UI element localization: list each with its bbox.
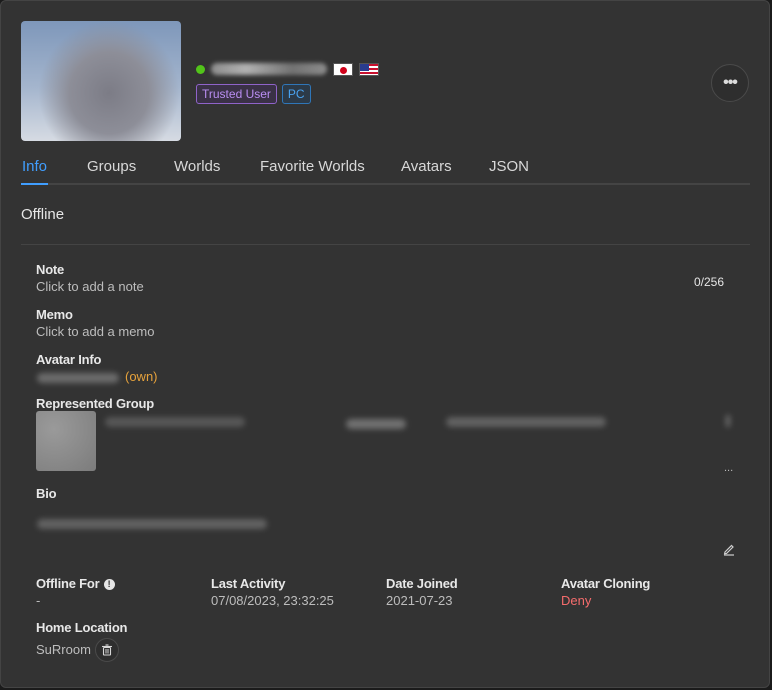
- group-icon-image[interactable]: [36, 411, 96, 471]
- group-detail: [346, 419, 406, 429]
- platform-badge: PC: [281, 84, 311, 104]
- avatar-cloning-label: Avatar Cloning: [561, 576, 651, 591]
- avatar-own-tag: (own): [125, 369, 158, 384]
- note-label: Note: [36, 262, 65, 277]
- group-more-button[interactable]: ...: [724, 462, 733, 474]
- flag-jp-icon: [333, 62, 353, 76]
- flag-us-icon: [359, 62, 379, 76]
- user-display-name[interactable]: [211, 63, 327, 75]
- date-joined-label: Date Joined: [386, 576, 458, 591]
- group-detail-2: [446, 417, 606, 427]
- represented-group-label: Represented Group: [36, 396, 154, 411]
- group-scroll-edge: [726, 415, 730, 427]
- home-location-value[interactable]: SuRroom: [36, 642, 91, 657]
- note-char-counter: 0/256: [694, 275, 725, 289]
- memo-field[interactable]: Click to add a memo: [36, 324, 155, 339]
- tab-favorite-worlds[interactable]: Favorite Worlds: [260, 158, 365, 175]
- online-status-dot: [196, 64, 205, 74]
- group-name[interactable]: [105, 417, 245, 427]
- user-dialog: Trusted User PC ••• Info Groups Worlds F…: [0, 0, 770, 688]
- offline-for-value: -: [36, 593, 41, 608]
- tab-worlds[interactable]: Worlds: [174, 158, 220, 175]
- tab-avatars[interactable]: Avatars: [401, 158, 452, 175]
- edit-bio-pencil-icon[interactable]: [722, 542, 736, 556]
- bio-text: [37, 519, 267, 529]
- avatar-cloning-value: Deny: [561, 593, 592, 608]
- trash-icon: [102, 644, 112, 656]
- user-tags: Trusted User PC: [196, 84, 311, 104]
- date-joined-value: 2021-07-23: [386, 593, 453, 608]
- status-heading: Offline: [21, 206, 65, 223]
- avatar-info-label: Avatar Info: [36, 352, 102, 367]
- avatar-name[interactable]: [37, 373, 119, 383]
- section-divider: [21, 244, 750, 245]
- last-activity-value: 07/08/2023, 23:32:25: [211, 593, 334, 608]
- user-avatar-image[interactable]: [21, 21, 181, 141]
- trust-rank-badge: Trusted User: [196, 84, 277, 104]
- home-location-label: Home Location: [36, 620, 128, 635]
- offline-for-label: Offline For!: [36, 576, 115, 591]
- info-icon[interactable]: !: [103, 579, 115, 590]
- tab-info[interactable]: Info: [22, 158, 47, 175]
- user-name-line: [196, 61, 385, 77]
- more-options-button[interactable]: •••: [711, 64, 749, 102]
- reset-home-button[interactable]: [95, 638, 119, 662]
- tab-bar: Info Groups Worlds Favorite Worlds Avata…: [21, 153, 750, 185]
- tab-groups[interactable]: Groups: [87, 158, 136, 175]
- active-tab-indicator: [21, 183, 48, 185]
- last-activity-label: Last Activity: [211, 576, 286, 591]
- note-field[interactable]: Click to add a note: [36, 279, 144, 294]
- tab-json[interactable]: JSON: [489, 158, 529, 175]
- memo-label: Memo: [36, 307, 73, 322]
- bio-label: Bio: [36, 486, 57, 501]
